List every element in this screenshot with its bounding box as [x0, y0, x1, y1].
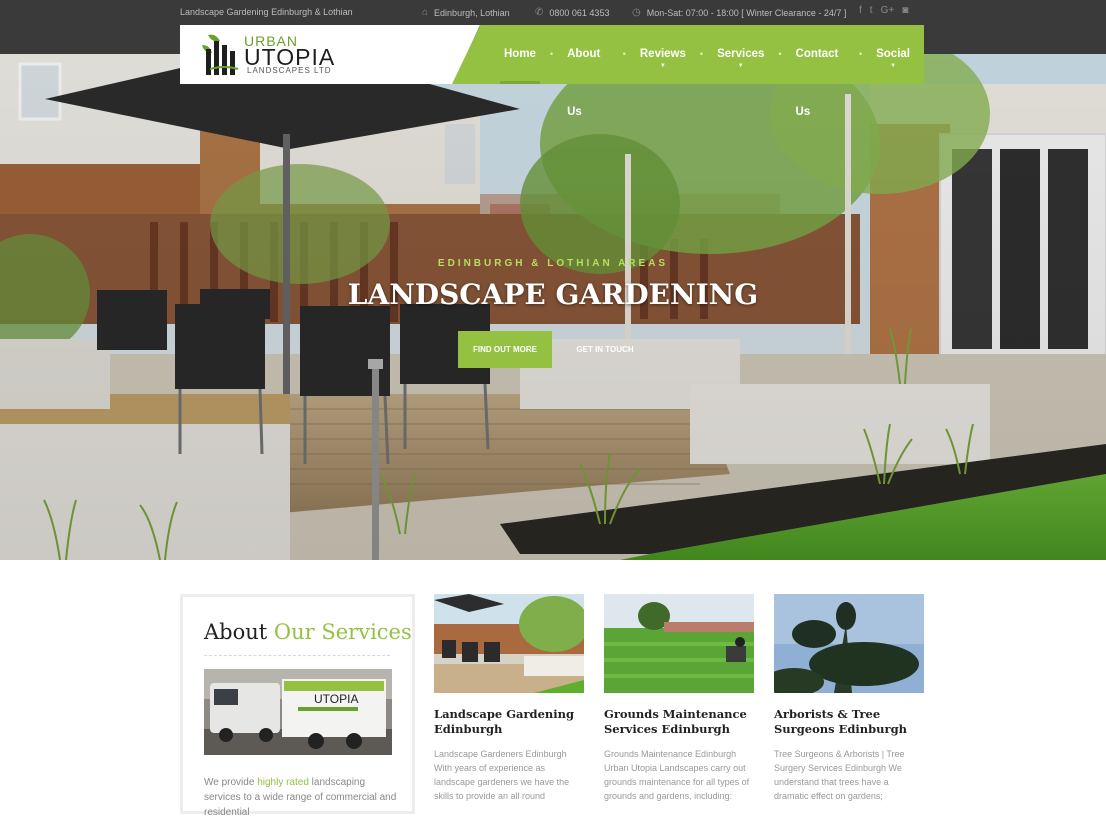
about-services-card: About Our Services UTOPIA We provide hig…	[180, 594, 415, 818]
caret-down-icon: ▼	[737, 63, 744, 69]
location-text: Edinburgh, Lothian	[434, 7, 510, 18]
find-out-more-button[interactable]: FIND OUT MORE	[458, 331, 552, 368]
divider	[204, 655, 390, 656]
nav-item-contact-us[interactable]: Contact Us	[782, 25, 859, 118]
hours-text: Mon-Sat: 07:00 - 18:00 [ Winter Clearanc…	[646, 7, 847, 18]
location-info: ⌂ Edinburgh, Lothian	[422, 7, 510, 18]
urban-utopia-logo-icon	[202, 34, 239, 75]
landscape-gardening-thumbnail[interactable]	[434, 594, 584, 693]
hero-title: LANDSCAPE GARDENING	[347, 278, 759, 311]
social-links: f t G+ ◙	[859, 5, 908, 16]
clock-icon: ◷	[632, 7, 641, 18]
tree-surgeons-thumbnail[interactable]	[774, 594, 924, 693]
about-title: About Our Services	[204, 620, 412, 644]
logo-line-landscapes: LANDSCAPES LTD	[247, 66, 332, 75]
service-card-landscape-gardening[interactable]: Landscape Gardening Edinburgh Landscape …	[434, 594, 584, 803]
nav-menu: Home • About Us • Reviews ▼ • Services ▼ •…	[490, 25, 924, 118]
phone-info[interactable]: ✆ 0800 061 4353	[535, 7, 609, 18]
nav-item-home[interactable]: Home	[490, 25, 550, 84]
nav-item-label: Services	[717, 48, 765, 60]
phone-text[interactable]: 0800 061 4353	[549, 8, 609, 18]
service-card-tree-surgeons[interactable]: Arborists & Tree Surgeons Edinburgh Tree…	[774, 594, 924, 803]
service-title[interactable]: Landscape Gardening Edinburgh	[434, 707, 584, 737]
nav-item-about-us[interactable]: About Us	[553, 25, 623, 118]
caret-down-icon: ▼	[890, 63, 897, 69]
nav-item-label: Reviews	[639, 48, 686, 60]
service-title[interactable]: Arborists & Tree Surgeons Edinburgh	[774, 707, 924, 737]
phone-icon: ✆	[535, 7, 544, 18]
nav-item-services[interactable]: Services ▼	[703, 25, 778, 84]
nav-item-social[interactable]: Social ▼	[862, 25, 924, 84]
facebook-icon[interactable]: f	[859, 5, 862, 16]
highly-rated-link[interactable]: highly rated	[257, 777, 309, 788]
service-description: Grounds Maintenance Edinburgh Urban Utop…	[604, 749, 750, 801]
hero-subtitle: EDINBURGH & LOTHIAN AREAS	[437, 258, 669, 269]
hero-banner: EDINBURGH & LOTHIAN AREAS LANDSCAPE GARD…	[0, 54, 1106, 560]
hours-info: ◷ Mon-Sat: 07:00 - 18:00 [ Winter Cleara…	[632, 7, 846, 18]
home-icon: ⌂	[422, 7, 429, 18]
svg-text:UTOPIA: UTOPIA	[314, 692, 358, 706]
about-description: We provide highly rated landscaping serv…	[204, 775, 399, 820]
service-description: Tree Surgeons & Arborists | Tree Surgery…	[774, 749, 905, 801]
service-title[interactable]: Grounds Maintenance Services Edinburgh	[604, 707, 754, 737]
about-text-part: We provide	[204, 777, 258, 788]
top-bar-tagline: Landscape Gardening Edinburgh & Lothian	[180, 7, 353, 17]
google-plus-icon[interactable]: G+	[881, 5, 895, 16]
service-card-grounds-maintenance[interactable]: Grounds Maintenance Services Edinburgh G…	[604, 594, 754, 803]
main-navbar: URBAN UTOPIA LANDSCAPES LTD Home • About…	[180, 25, 924, 118]
get-in-touch-button[interactable]: GET IN TOUCH	[570, 331, 640, 368]
about-title-plain: About	[204, 620, 268, 644]
about-title-accent: Our Services	[273, 620, 412, 644]
grounds-maintenance-thumbnail[interactable]	[604, 594, 754, 693]
van-trailer-photo: UTOPIA	[204, 669, 392, 755]
caret-down-icon: ▼	[659, 63, 666, 69]
logo-container[interactable]: URBAN UTOPIA LANDSCAPES LTD	[180, 25, 480, 84]
service-description: Landscape Gardeners Edinburgh With years…	[434, 749, 570, 801]
instagram-icon[interactable]: ◙	[902, 5, 908, 16]
nav-item-label: Home	[504, 48, 536, 60]
nav-item-label: Social	[876, 48, 910, 60]
twitter-icon[interactable]: t	[870, 5, 873, 16]
nav-item-reviews[interactable]: Reviews ▼	[626, 25, 700, 84]
